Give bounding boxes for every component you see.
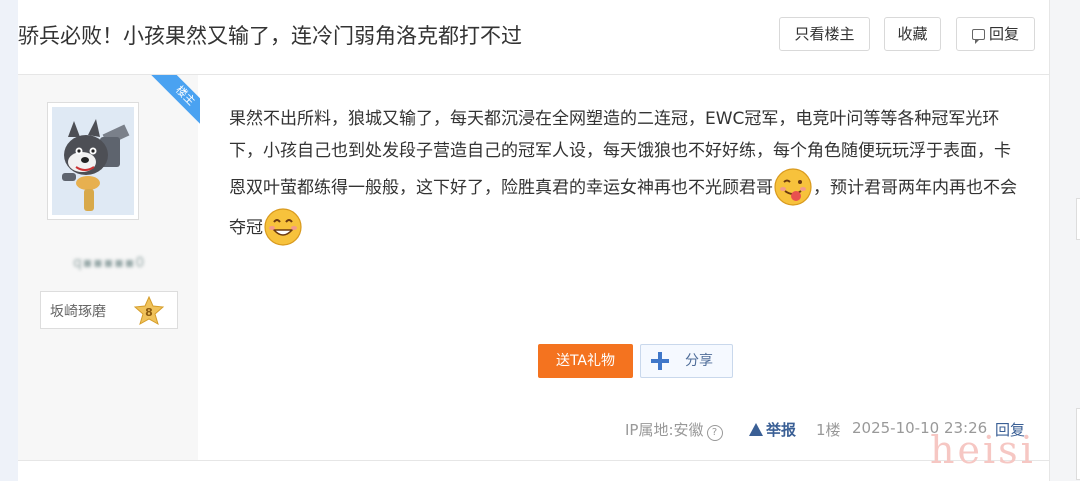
member-badge[interactable]: 坂崎琢磨 8	[40, 291, 178, 329]
level-star-icon: 8	[133, 296, 165, 326]
share-button[interactable]: 分享	[640, 344, 733, 378]
post-content: 果然不出所料，狼城又输了，每天都沉浸在全网塑造的二连冠，EWC冠军，电竞叶问等等…	[229, 103, 1019, 247]
tongue-out-emoji-icon	[774, 168, 812, 206]
reply-button-label: 回复	[988, 25, 1019, 43]
report-link[interactable]: 举报	[749, 419, 796, 440]
smile-emoji-icon	[264, 208, 302, 246]
only-op-button[interactable]: 只看楼主	[779, 17, 870, 51]
share-label: 分享	[685, 353, 713, 369]
report-label: 举报	[766, 421, 797, 439]
right-sidebar-box	[1076, 198, 1080, 240]
right-sidebar-box	[1076, 408, 1080, 480]
username[interactable]: q▪▪▪▪▪0	[73, 255, 145, 271]
avatar[interactable]	[47, 102, 139, 220]
avatar-image	[52, 107, 134, 215]
floor-number: 1楼	[816, 421, 841, 439]
op-ribbon: 楼主	[148, 75, 200, 127]
husky-avatar-icon	[52, 107, 134, 215]
watermark: heisi	[930, 428, 1036, 472]
reply-icon	[971, 29, 985, 44]
left-page-edge	[0, 0, 18, 481]
help-question-icon[interactable]: ?	[706, 425, 723, 441]
warning-icon	[749, 423, 763, 436]
thread-header: 骄兵必败！小孩果然又输了，连冷门弱角洛克都打不过 只看楼主 收藏 回复	[18, 0, 1049, 75]
op-ribbon-label: 楼主	[148, 75, 200, 127]
send-gift-button[interactable]: 送TA礼物	[538, 344, 633, 378]
share-plus-icon	[651, 352, 669, 370]
post-divider	[18, 460, 1049, 461]
right-sidebar	[1049, 0, 1080, 481]
badge-level: 8	[145, 306, 153, 319]
ip-location-label: IP属地:安徽	[625, 421, 704, 439]
thread-title: 骄兵必败！小孩果然又输了，连冷门弱角洛克都打不过	[18, 24, 522, 48]
author-sidebar: 楼主 q▪▪▪▪▪0 坂崎琢磨 8	[18, 75, 200, 461]
favorite-button[interactable]: 收藏	[884, 17, 941, 51]
post-card: 骄兵必败！小孩果然又输了，连冷门弱角洛克都打不过 只看楼主 收藏 回复 楼主 q…	[18, 0, 1049, 481]
badge-name: 坂崎琢磨	[50, 304, 106, 320]
ip-location: IP属地:安徽?	[625, 419, 723, 441]
reply-button[interactable]: 回复	[956, 17, 1035, 51]
